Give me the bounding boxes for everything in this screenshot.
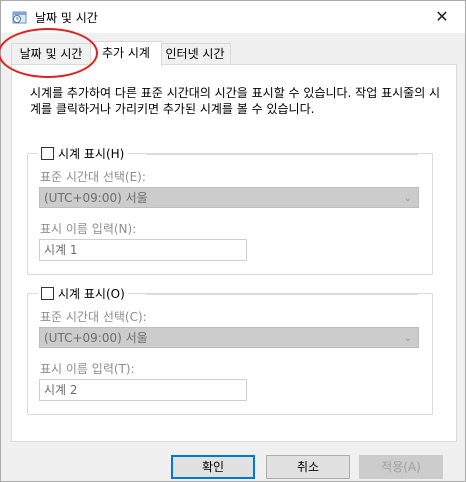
clock2-name-label: 표시 이름 입력(T): (40, 362, 135, 376)
clock2-timezone-select[interactable]: (UTC+09:00) 서울 ⌄ (39, 327, 419, 348)
tab-date-time[interactable]: 날짜 및 시간 (11, 43, 91, 64)
clock2-name-input[interactable]: 시계 2 (39, 379, 247, 401)
tab-additional-clocks[interactable]: 추가 시계 (90, 41, 162, 66)
tab-internet-time[interactable]: 인터넷 시간 (159, 43, 231, 64)
clock2-group: 시계 표시(O) 표준 시간대 선택(C): (UTC+09:00) 서울 ⌄ … (27, 285, 433, 415)
close-icon: ✕ (435, 7, 449, 26)
description-text: 시계를 추가하여 다른 표준 시간대의 시간을 표시할 수 있습니다. 작업 표… (30, 86, 441, 116)
chevron-down-icon: ⌄ (403, 333, 412, 344)
clock2-timezone-label: 표준 시간대 선택(C): (40, 310, 147, 324)
ok-button[interactable]: 확인 (171, 455, 255, 479)
additional-clocks-panel: 시계를 추가하여 다른 표준 시간대의 시간을 표시할 수 있습니다. 작업 표… (11, 64, 457, 442)
clock2-show-checkbox[interactable]: 시계 표시(O) (38, 285, 128, 302)
close-button[interactable]: ✕ (419, 1, 465, 33)
clock1-group: 시계 표시(H) 표준 시간대 선택(E): (UTC+09:00) 서울 ⌄ … (27, 145, 433, 275)
clock1-name-label: 표시 이름 입력(N): (40, 222, 137, 236)
clock-calendar-icon (12, 11, 27, 24)
clock1-timezone-select[interactable]: (UTC+09:00) 서울 ⌄ (39, 187, 419, 208)
cancel-button[interactable]: 취소 (266, 455, 350, 479)
date-time-dialog: 날짜 및 시간 ✕ 날짜 및 시간 추가 시계 인터넷 시간 시계를 추가하여 … (0, 0, 466, 482)
clock1-timezone-label: 표준 시간대 선택(E): (40, 170, 146, 184)
title-bar: 날짜 및 시간 ✕ (1, 1, 465, 33)
chevron-down-icon: ⌄ (403, 193, 412, 204)
checkbox-icon (41, 287, 54, 300)
clock1-name-input[interactable]: 시계 1 (39, 239, 247, 261)
clock1-show-checkbox[interactable]: 시계 표시(H) (38, 145, 128, 162)
apply-button[interactable]: 적용(A) (359, 455, 443, 479)
window-title: 날짜 및 시간 (35, 11, 98, 25)
checkbox-icon (41, 147, 54, 160)
